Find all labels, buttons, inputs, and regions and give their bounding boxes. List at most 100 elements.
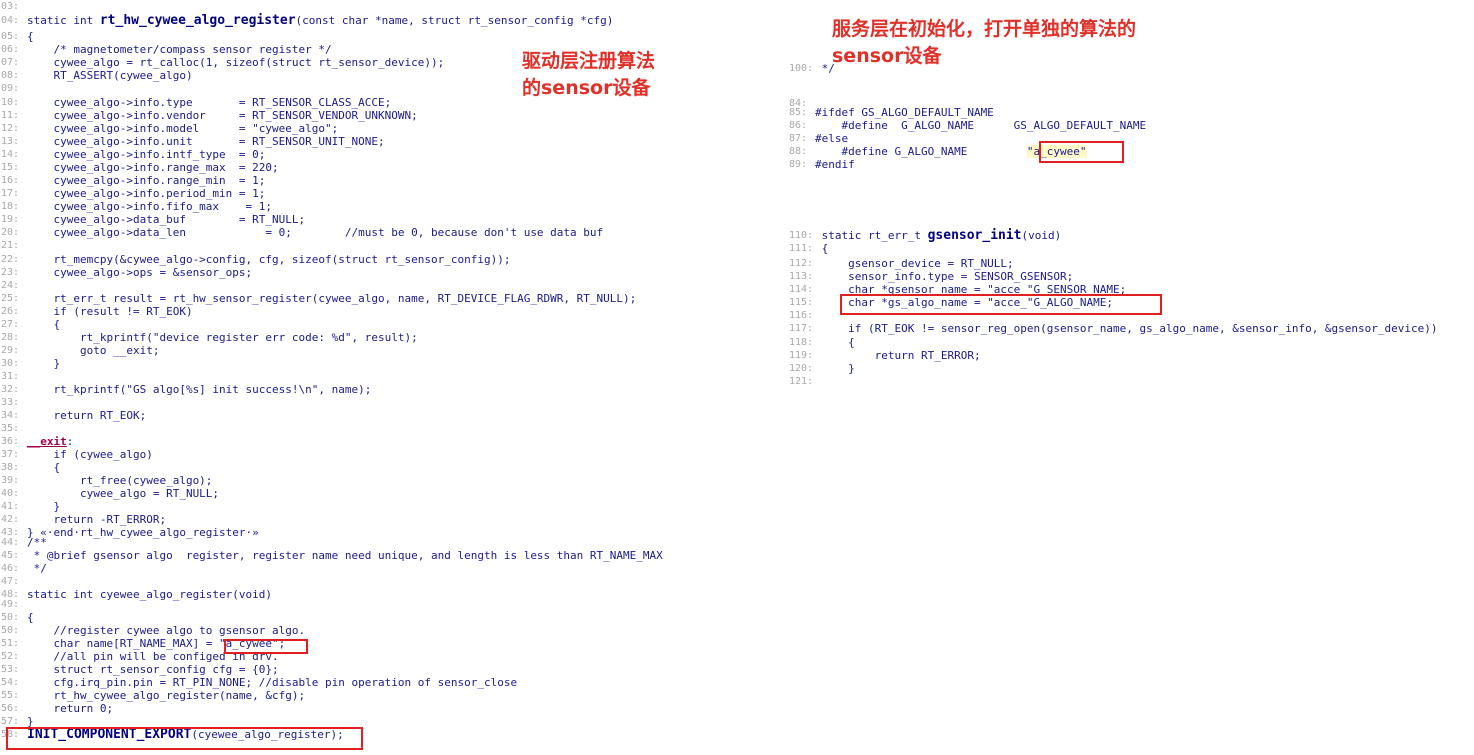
line-number: 54: [1, 677, 20, 688]
code-line: 53: struct rt_sensor_config cfg = {0}; [1, 663, 279, 676]
line-number: 22: [1, 254, 20, 265]
line-number: 86: [789, 120, 808, 131]
code-text: cywee_algo->data_len = 0; //must be 0, b… [27, 226, 604, 239]
line-number: 34: [1, 410, 20, 421]
code-text: { [27, 318, 61, 331]
code-text: static rt_err_t gsensor_init(void) [815, 228, 1062, 243]
line-number: 19: [1, 214, 20, 225]
code-line: 16: cywee_algo->info.range_min = 1; [1, 174, 266, 187]
line-number: 53: [1, 664, 20, 675]
code-text: //register cywee algo to gsensor algo. [27, 624, 306, 637]
line-number: 44: [1, 537, 20, 548]
line-number: 49: [1, 599, 20, 610]
line-number: 39: [1, 475, 20, 486]
code-line: 38: { [1, 461, 61, 474]
line-number: 18: [1, 201, 20, 212]
code-line: 42: return -RT_ERROR; [1, 513, 167, 526]
code-text: { [27, 30, 34, 43]
code-text: /* magnetometer/compass sensor register … [27, 43, 332, 56]
code-line: 45: * @brief gsensor algo register, regi… [1, 549, 663, 562]
code-text: gsensor_device = RT_NULL; [815, 257, 1014, 270]
line-number: 121: [789, 376, 814, 387]
code-text: cywee_algo->info.range_max = 220; [27, 161, 279, 174]
code-text: cywee_algo->data_buf = RT_NULL; [27, 213, 306, 226]
code-line: 32: rt_kprintf("GS algo[%s] init success… [1, 383, 371, 396]
code-line: 07: cywee_algo = rt_calloc(1, sizeof(str… [1, 56, 445, 69]
line-number: 51: [1, 638, 20, 649]
code-text: cywee_algo = rt_calloc(1, sizeof(struct … [27, 56, 445, 69]
code-text: static int rt_hw_cywee_algo_register(con… [27, 13, 614, 28]
line-number: 03: [1, 1, 20, 12]
code-text: cywee_algo->info.range_min = 1; [27, 174, 266, 187]
code-text: } «·end·rt_hw_cywee_algo_register·» [27, 526, 259, 539]
code-text: /** [27, 536, 47, 549]
code-line: 56: return 0; [1, 702, 113, 715]
line-number: 88: [789, 146, 808, 157]
code-text: return RT_EOK; [27, 409, 147, 422]
code-text: { [27, 611, 34, 624]
code-line: 10: cywee_algo->info.type = RT_SENSOR_CL… [1, 96, 392, 109]
code-text: cywee_algo->info.type = RT_SENSOR_CLASS_… [27, 96, 392, 109]
code-text: { [27, 461, 61, 474]
line-number: 31: [1, 371, 20, 382]
code-text: cywee_algo->info.unit = RT_SENSOR_UNIT_N… [27, 135, 385, 148]
code-text: } [815, 362, 855, 375]
line-number: 119: [789, 350, 814, 361]
code-text: goto __exit; [27, 344, 160, 357]
code-line: 27: { [1, 318, 61, 331]
code-line: 119: return RT_ERROR; [789, 349, 981, 362]
code-text: cywee_algo->ops = &sensor_ops; [27, 266, 253, 279]
line-number: 17: [1, 188, 20, 199]
code-text: { [815, 242, 829, 255]
line-number: 46: [1, 563, 20, 574]
code-line: 37: if (cywee_algo) [1, 448, 153, 461]
line-number: 09: [1, 83, 20, 94]
left-code-pane: 03: 04: static int rt_hw_cywee_algo_regist… [1, 0, 787, 755]
code-line: 30: } [1, 357, 60, 370]
line-number: 41: [1, 501, 20, 512]
line-number: 118: [789, 337, 814, 348]
highlight-box-name-a-cywee [224, 639, 308, 654]
line-number: 30: [1, 358, 20, 369]
code-line: 54: cfg.irq_pin.pin = RT_PIN_NONE; //dis… [1, 676, 517, 689]
line-number: 35: [1, 423, 20, 434]
code-line: 120: } [789, 362, 855, 375]
line-number: 28: [1, 332, 20, 343]
line-number: 25: [1, 293, 20, 304]
code-line: 40: cywee_algo = RT_NULL; [1, 487, 219, 500]
code-line: 19: cywee_algo->data_buf = RT_NULL; [1, 213, 306, 226]
line-number: 120: [789, 363, 814, 374]
line-number: 56: [1, 703, 20, 714]
code-text: cywee_algo->info.fifo_max = 1; [27, 200, 273, 213]
code-text: * @brief gsensor algo register, register… [27, 549, 663, 562]
code-text: if (result != RT_EOK) [27, 305, 193, 318]
highlight-box-algo-name-define [1039, 141, 1124, 163]
line-number: 42: [1, 514, 20, 525]
line-number: 111: [789, 243, 814, 254]
code-line: 28: rt_kprintf("device register err code… [1, 331, 418, 344]
code-line: 41: } [1, 500, 60, 513]
line-number: 08: [1, 70, 20, 81]
line-number: 52: [1, 651, 20, 662]
code-text: rt_free(cywee_algo); [27, 474, 213, 487]
code-text: static int cyewee_algo_register(void) [27, 588, 273, 601]
line-number: 10: [1, 97, 20, 108]
line-number: 50: [1, 612, 20, 623]
code-text: return -RT_ERROR; [27, 513, 167, 526]
code-line: 22: rt_memcpy(&cywee_algo->config, cfg, … [1, 253, 510, 266]
code-text: cywee_algo->info.model = "cywee_algo"; [27, 122, 339, 135]
code-line: 50: { [1, 611, 34, 624]
line-number: 110: [789, 230, 814, 241]
code-line: 20: cywee_algo->data_len = 0; //must be … [1, 226, 604, 239]
code-line: 04: static int rt_hw_cywee_algo_register(… [1, 13, 614, 28]
line-number: 38: [1, 462, 20, 473]
line-number: 20: [1, 227, 20, 238]
code-text: __exit: [27, 435, 74, 448]
code-line: 44: /** [1, 536, 47, 549]
code-line: 14: cywee_algo->info.intf_type = 0; [1, 148, 265, 161]
line-number: 85: [789, 107, 808, 118]
code-line: 29: goto __exit; [1, 344, 160, 357]
code-line: 43:} «·end·rt_hw_cywee_algo_register·» [1, 526, 259, 539]
line-number: 26: [1, 306, 20, 317]
code-text: */ [27, 562, 47, 575]
